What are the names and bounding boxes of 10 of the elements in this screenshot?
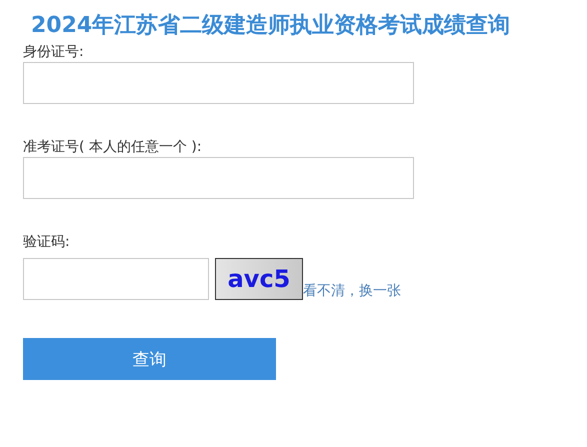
captcha-image: avc5 bbox=[215, 258, 303, 300]
captcha-field[interactable] bbox=[23, 258, 209, 300]
submit-button[interactable]: 查询 bbox=[23, 338, 276, 380]
field-label: 身份证号: bbox=[23, 43, 85, 62]
page-title: 2024年江苏省二级建造师执业资格考试成绩查询 bbox=[31, 12, 512, 40]
field-label: 准考证号( 本人的任意一个 ): bbox=[23, 138, 203, 157]
input-field[interactable] bbox=[23, 157, 414, 199]
field-label: 验证码: bbox=[23, 233, 71, 252]
input-field[interactable] bbox=[23, 62, 414, 104]
refresh-captcha-link[interactable]: 看不清，换一张 bbox=[303, 282, 401, 300]
